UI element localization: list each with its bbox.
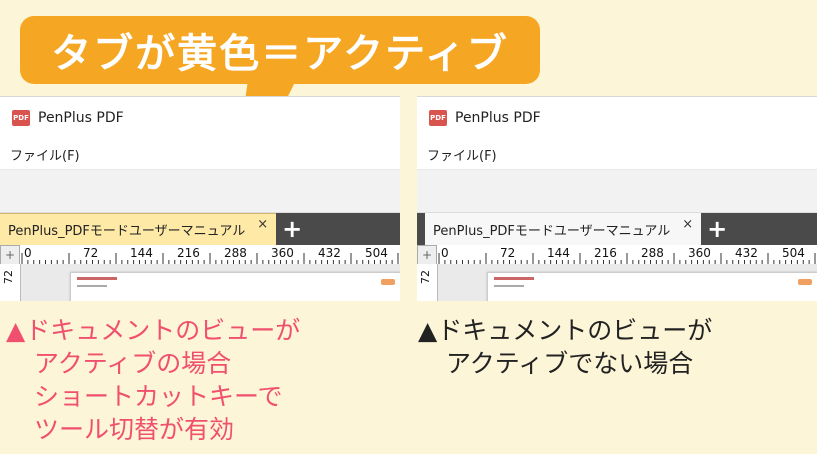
ruler-tick-label: 360 [688,246,711,260]
ruler-ticks [438,253,816,265]
window-title: PenPlus PDF [455,110,541,126]
page-preview [70,272,400,301]
pdf-app-icon: PDF [12,110,30,126]
caption-line: ショートカットキーで [34,382,283,411]
ruler-tick-label: 288 [224,246,247,260]
close-icon[interactable]: × [257,217,268,232]
caption-line: アクティブの場合 [34,349,232,378]
ruler-tick-label: 144 [130,246,153,260]
add-tab-button[interactable]: + [276,213,308,245]
document-view[interactable]: 72 [0,264,400,301]
tab-label: PenPlus_PDFモードユーザーマニュアル [8,224,246,239]
ruler-tick-label: 72 [83,246,99,260]
toolbar [417,170,817,213]
menu-file[interactable]: ファイル(F) [10,145,80,164]
menu-file[interactable]: ファイル(F) [427,145,497,164]
page-preview [487,272,817,301]
ruler-tick-label: 72 [500,246,516,260]
caption-inactive: ▲ドキュメントのビューが アクティブでない場合 [418,314,712,380]
document-tab-strip: PenPlus_PDFモードユーザーマニュアル × + [0,213,400,245]
ruler-tick-label: 288 [641,246,664,260]
app-window-active-view: PDF PenPlus PDF ファイル(F) PenPlus_PDFモードユー… [0,96,400,301]
ruler-corner-icon[interactable]: + [417,245,437,265]
document-view[interactable]: 72 [417,264,817,301]
menu-bar: ファイル(F) [417,139,817,170]
ruler-tick-label: 432 [735,246,758,260]
ruler-tick-label: 216 [594,246,617,260]
ruler-tick-label: 432 [318,246,341,260]
horizontal-ruler: 0 72 144 216 288 360 432 504 [437,245,817,265]
ruler-tick-label: 144 [547,246,570,260]
window-title: PenPlus PDF [38,110,124,126]
ruler-tick-label: 504 [782,246,805,260]
caption-line: ツール切替が有効 [34,415,235,444]
ruler-tick-label: 360 [271,246,294,260]
toolbar [0,170,400,213]
title-bar: PDF PenPlus PDF [417,97,817,139]
app-window-inactive-view: PDF PenPlus PDF ファイル(F) PenPlus_PDFモードユー… [417,96,817,301]
callout-text: タブが黄色＝アクティブ [51,31,509,77]
horizontal-ruler-row: + 0 72 144 216 288 360 432 504 [417,245,817,266]
ruler-tick-label: 0 [441,246,449,260]
document-tab-strip: PenPlus_PDFモードユーザーマニュアル × + [417,213,817,245]
vertical-ruler: 72 [417,264,438,301]
ruler-tick-label: 216 [177,246,200,260]
caption-line: ▲ドキュメントのビューが [6,316,301,345]
ruler-ticks [21,253,399,265]
document-tab-inactive[interactable]: PenPlus_PDFモードユーザーマニュアル × [425,213,702,245]
caption-line: アクティブでない場合 [446,349,694,378]
document-tab-active[interactable]: PenPlus_PDFモードユーザーマニュアル × [0,213,277,245]
tab-label: PenPlus_PDFモードユーザーマニュアル [433,223,671,239]
menu-bar: ファイル(F) [0,139,400,170]
close-icon[interactable]: × [682,217,693,232]
caption-active: ▲ドキュメントのビューが アクティブの場合 ショートカットキーで ツール切替が有… [6,314,300,446]
vertical-ruler: 72 [0,264,21,301]
vertical-ruler-label: 72 [2,270,15,284]
add-tab-button[interactable]: + [701,213,733,245]
ruler-tick-label: 0 [24,246,32,260]
title-bar: PDF PenPlus PDF [0,97,400,139]
horizontal-ruler: 0 72 144 216 288 360 432 504 [20,245,400,265]
pdf-app-icon: PDF [429,110,447,126]
caption-line: ▲ドキュメントのビューが [418,316,713,345]
vertical-ruler-label: 72 [419,270,432,284]
ruler-corner-icon[interactable]: + [0,245,20,265]
callout-banner: タブが黄色＝アクティブ [20,16,540,84]
horizontal-ruler-row: + 0 72 144 216 288 360 432 504 [0,245,400,266]
ruler-tick-label: 504 [365,246,388,260]
